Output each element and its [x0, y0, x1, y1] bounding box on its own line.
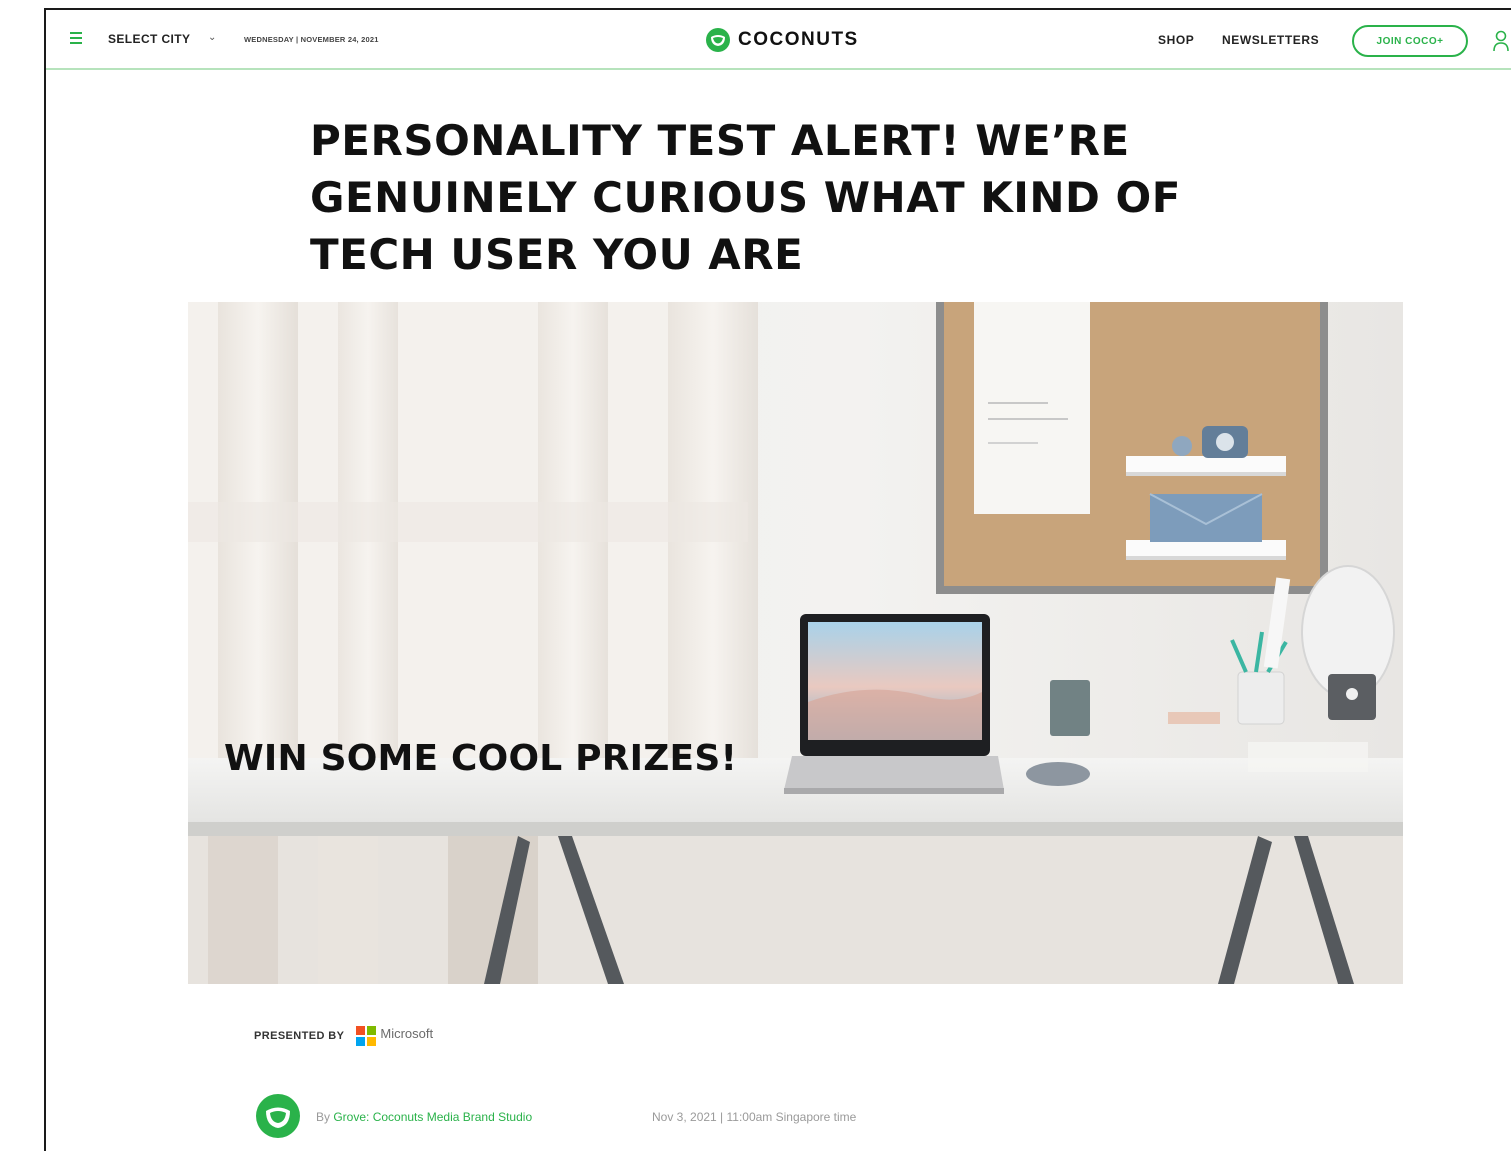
current-date: WEDNESDAY | NOVEMBER 24, 2021	[244, 35, 379, 44]
desk-scene-illustration	[188, 302, 1403, 984]
chevron-down-icon[interactable]: ⌄	[208, 32, 216, 43]
top-nav: SELECT CITY ⌄ WEDNESDAY | NOVEMBER 24, 2…	[46, 10, 1511, 70]
user-icon[interactable]	[1492, 29, 1510, 53]
site-logo[interactable]: COCONUTS	[706, 27, 859, 53]
author-link[interactable]: Grove: Coconuts Media Brand Studio	[333, 1110, 532, 1124]
sponsor-name[interactable]: Microsoft	[380, 1026, 433, 1041]
menu-icon[interactable]	[70, 32, 82, 44]
author-avatar[interactable]	[256, 1094, 300, 1138]
article-headline: PERSONALITY TEST ALERT! WE’RE GENUINELY …	[310, 116, 1181, 279]
hero-image: WIN SOME COOL PRIZES!	[188, 302, 1403, 984]
browser-frame: SELECT CITY ⌄ WEDNESDAY | NOVEMBER 24, 2…	[44, 8, 1511, 1151]
logo-text: COCONUTS	[738, 29, 859, 50]
join-coco-button[interactable]: JOIN COCO+	[1352, 25, 1468, 57]
select-city-dropdown[interactable]: SELECT CITY	[108, 32, 190, 46]
article-byline: By Grove: Coconuts Media Brand Studio No…	[256, 1094, 920, 1151]
nav-link-shop[interactable]: SHOP	[1158, 33, 1194, 47]
nav-link-newsletters[interactable]: NEWSLETTERS	[1222, 33, 1319, 47]
publish-date: Nov 3, 2021 | 11:00am Singapore time	[652, 1110, 857, 1124]
coconut-logo-icon	[706, 28, 730, 52]
presented-by-label: PRESENTED BY	[254, 1030, 345, 1042]
microsoft-logo-icon[interactable]	[356, 1026, 377, 1046]
hero-caption: WIN SOME COOL PRIZES!	[224, 738, 738, 779]
sponsor-line: PRESENTED BY Microsoft	[254, 1026, 433, 1046]
by-prefix: By	[316, 1110, 334, 1124]
author-line: By Grove: Coconuts Media Brand Studio	[316, 1110, 532, 1124]
